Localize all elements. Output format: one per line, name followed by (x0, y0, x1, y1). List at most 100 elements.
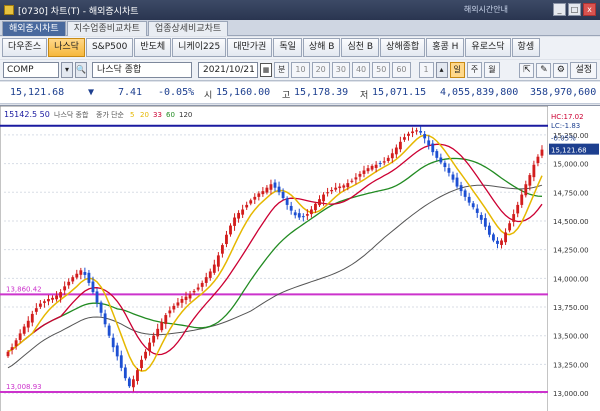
candle-body (164, 315, 168, 325)
candle-body (200, 282, 204, 287)
candle-body (358, 173, 362, 177)
candle-body (301, 216, 305, 218)
candle-body (103, 313, 107, 325)
market-button-shanghai-composite[interactable]: 상해종합 (380, 38, 426, 57)
market-button-nasdaq[interactable]: 나스닥 (48, 38, 85, 57)
market-button-sp500[interactable]: S&P500 (85, 38, 134, 57)
maximize-button[interactable]: □ (568, 3, 581, 16)
candle-body (30, 313, 34, 323)
period-60-button[interactable]: 60 (392, 62, 411, 78)
candle-body (14, 340, 18, 347)
tab-index-compare[interactable]: 지수업종비교차트 (66, 21, 147, 36)
candle-body (107, 325, 111, 336)
candle-body (504, 232, 507, 243)
candle-body (127, 378, 131, 387)
candle-body (398, 141, 402, 150)
candle-body (67, 281, 71, 286)
market-button-taiwan[interactable]: 대만가권 (227, 38, 273, 57)
candle-body (403, 137, 406, 140)
period-minute-button[interactable]: 분 (274, 62, 290, 78)
low-price: 15,071.15 (372, 87, 427, 98)
market-button-dow[interactable]: 다우존스 (2, 38, 48, 57)
candle-body (370, 165, 374, 170)
market-button-eurostoxx[interactable]: 유로스닥 (465, 38, 511, 57)
close-button[interactable]: x (583, 3, 596, 16)
quote-bar: 15,121.68 ▼ 7.41 -0.05% 시 15,160.00 고 15… (0, 82, 600, 104)
symbol-search-icon[interactable]: 🔍 (75, 62, 87, 78)
minimize-button[interactable]: _ (553, 3, 566, 16)
market-button-hongkong-h[interactable]: 홍콩 H (426, 38, 465, 57)
candle-body (83, 272, 87, 275)
candle-body (188, 294, 192, 299)
period-30-button[interactable]: 30 (331, 62, 350, 78)
count-field[interactable]: 1 (418, 62, 434, 78)
hc-label: HC:17.02 (551, 113, 584, 121)
period-50-button[interactable]: 50 (372, 62, 391, 78)
candle-body (216, 255, 220, 267)
calendar-icon[interactable]: ▦ (260, 63, 272, 77)
candle-body (91, 281, 95, 293)
legend-series-name: 나스닥 종합 (54, 110, 89, 119)
y-tick-label: 14,750.00 (553, 189, 589, 197)
candle-body (415, 130, 418, 132)
candle-body (435, 151, 439, 158)
candle-body (156, 328, 160, 337)
period-month-button[interactable]: 월 (484, 62, 500, 78)
count-spinner-icon[interactable]: ▴ (435, 62, 448, 78)
gear-icon[interactable]: ⚙ (553, 62, 569, 78)
indicator-icon[interactable]: ✎ (536, 62, 552, 78)
candle-body (443, 162, 447, 168)
candle-body (423, 133, 427, 139)
legend-ma-type: 종가 단순 (96, 110, 125, 119)
candle-body (305, 214, 309, 216)
market-button-germany[interactable]: 독일 (273, 38, 302, 57)
trade-amount: 358,970,600 (530, 87, 597, 98)
symbol-input[interactable]: COMP (3, 62, 59, 78)
candle-body (87, 272, 91, 283)
period-10-button[interactable]: 10 (291, 62, 310, 78)
period-20-button[interactable]: 20 (311, 62, 330, 78)
tab-overseas-chart[interactable]: 해외증시차트 (2, 21, 66, 36)
candle-body (293, 212, 297, 216)
price-chart-svg[interactable]: 15142.5 50 나스닥 종합 종가 단순 5 20 33 60 120 1… (0, 105, 600, 411)
candle-body (394, 147, 398, 155)
candle-body (47, 298, 50, 302)
tab-sector-compare[interactable]: 업종상세비교차트 (147, 21, 229, 36)
candle-body (386, 157, 390, 161)
candle-body (467, 196, 471, 203)
candle-body (439, 157, 443, 163)
candle-body (111, 337, 115, 348)
chart-tool-icon[interactable]: ⇱ (519, 62, 535, 78)
candle-body (459, 185, 463, 192)
market-button-shanghai-b[interactable]: 상해 B (302, 38, 341, 57)
date-field[interactable]: 2021/10/21 (198, 62, 258, 78)
overseas-time-notice[interactable]: 해외시간안내 (464, 4, 508, 15)
price-chart[interactable]: 15142.5 50 나스닥 종합 종가 단순 5 20 33 60 120 1… (0, 105, 600, 411)
candle-body (123, 367, 127, 379)
candle-body (492, 234, 495, 241)
market-button-nikkei[interactable]: 니케이225 (172, 38, 227, 57)
market-button-hangseng[interactable]: 항셍 (511, 38, 541, 57)
candle-body (204, 277, 208, 283)
market-button-shenzhen-b[interactable]: 심천 B (341, 38, 380, 57)
candle-body (479, 215, 483, 220)
candle-body (520, 194, 524, 205)
candle-body (180, 298, 184, 303)
period-day-button[interactable]: 일 (449, 62, 465, 78)
candle-body (346, 183, 350, 188)
candle-body (245, 204, 249, 208)
window-title: [0730] 차트(T) - 해외증시차트 (18, 6, 139, 17)
market-button-row: 다우존스 나스닥 S&P500 반도체 니케이225 대만가권 독일 상해 B … (0, 37, 600, 59)
candle-body (350, 180, 354, 182)
period-40-button[interactable]: 40 (351, 62, 371, 78)
settings-button[interactable]: 설정 (570, 61, 597, 79)
down-arrow-icon: ▼ (88, 87, 95, 98)
candle-body (524, 184, 528, 196)
market-button-semiconductor[interactable]: 반도체 (134, 38, 172, 57)
y-tick-label: 14,250.00 (553, 247, 589, 255)
symbol-dropdown-icon[interactable]: ▾ (61, 62, 73, 78)
period-week-button[interactable]: 주 (466, 62, 483, 78)
y-tick-label: 13,500.00 (553, 333, 589, 341)
candle-body (229, 225, 232, 235)
legend-ma-120: 120 (179, 111, 192, 119)
